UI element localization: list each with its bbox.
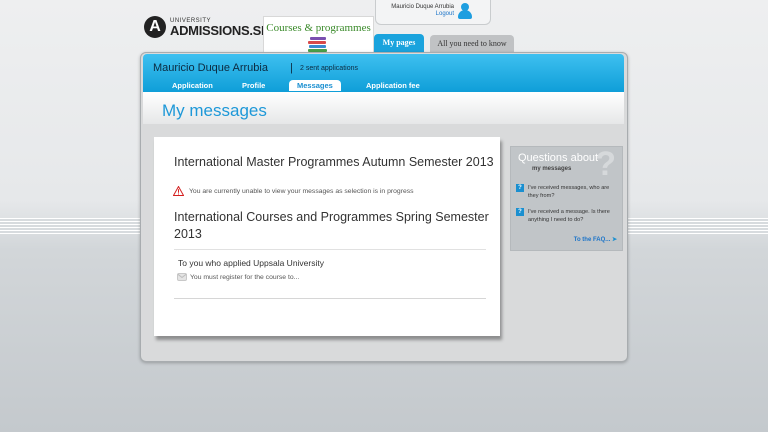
envelope-icon [177,273,187,281]
nav-profile[interactable]: Profile [242,81,265,90]
message-group-title[interactable]: International Master Programmes Autumn S… [174,154,494,171]
message-preview: You must register for the course to... [190,273,300,281]
faq-item-text: I've received messages, who are they fro… [528,185,610,199]
help-icon: ? [595,145,616,183]
tab-my-pages[interactable]: My pages [374,34,424,52]
faq-title: Questions about [518,152,599,164]
arrow-right-icon: ➤ [611,237,617,243]
message-item[interactable]: You must register for the course to... [177,273,299,281]
nav-messages[interactable]: Messages [289,80,341,91]
faq-subtitle: my messages [532,166,572,172]
divider [174,249,486,250]
divider [174,298,486,299]
nav-application-fee[interactable]: Application fee [366,81,420,90]
message-group-title-2[interactable]: International Courses and Programmes Spr… [174,209,494,243]
tab-courses-label: Courses & programmes [266,22,371,34]
books-icon [308,37,328,53]
nav-application[interactable]: Application [172,81,213,90]
logo-text: ADMISSIONS.SE [170,22,270,38]
faq-item-text: I've received a message. Is there anythi… [528,209,610,223]
message-heading[interactable]: To you who applied Uppsala University [178,258,324,268]
logout-link[interactable]: Logout [436,11,454,17]
faq-box: ? Questions about my messages ? I've rec… [510,145,623,251]
user-name: Mauricio Duque Arrubia [391,4,454,10]
sent-applications-count[interactable]: 2 sent applications [300,65,358,72]
faq-link[interactable]: To the FAQ... ➤ [574,236,617,243]
user-icon [458,3,472,19]
warning-row: You are currently unable to view your me… [173,186,414,196]
tab-courses-programmes[interactable]: Courses & programmes [263,16,374,55]
tab-all-you-need-to-know[interactable]: All you need to know [430,35,514,52]
page-title: My messages [162,101,267,120]
faq-item[interactable]: ? I've received messages, who are they f… [516,184,614,200]
warning-text: You are currently unable to view your me… [189,187,414,195]
user-box: Mauricio Duque Arrubia Logout [375,0,491,25]
warning-icon [173,186,184,196]
question-icon: ? [516,208,524,216]
faq-item[interactable]: ? I've received a message. Is there anyt… [516,208,614,224]
question-icon: ? [516,184,524,192]
faq-link-label: To the FAQ... [573,237,611,243]
logo-icon: A [144,16,166,38]
site-logo[interactable]: A UNIVERSITY ADMISSIONS.SE [144,16,270,38]
header-separator: | [290,62,293,74]
account-user-name: Mauricio Duque Arrubia [153,62,268,74]
